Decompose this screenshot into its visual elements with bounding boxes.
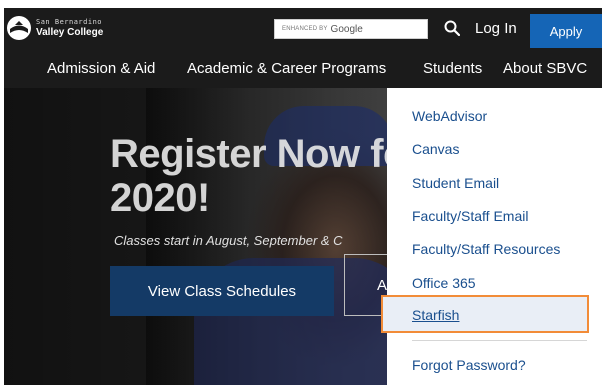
college-seal-icon [7, 16, 31, 40]
menu-item-webadvisor[interactable]: WebAdvisor [412, 108, 487, 124]
menu-item-faculty-staff-email[interactable]: Faculty/Staff Email [412, 208, 528, 224]
page: San Bernardino Valley College ENHANCED B… [0, 0, 602, 385]
menu-item-canvas[interactable]: Canvas [412, 141, 459, 157]
hero-title-line-2: 2020! [110, 176, 210, 220]
search-brand: Google [330, 23, 363, 35]
top-edge [0, 0, 602, 8]
apply-button[interactable]: Apply [530, 14, 602, 48]
menu-item-office-365[interactable]: Office 365 [412, 275, 476, 291]
search-prefix: ENHANCED BY [282, 26, 328, 32]
nav-item-students[interactable]: Students [423, 60, 482, 77]
view-class-schedules-button[interactable]: View Class Schedules [110, 266, 334, 316]
hero-title: Register Now fo 2020! [110, 132, 410, 220]
nav-item-academic-career[interactable]: Academic & Career Programs [187, 60, 386, 77]
logo-line-1: San Bernardino [36, 17, 103, 26]
search-button[interactable] [441, 17, 463, 39]
logo-line-2: Valley College [36, 26, 104, 38]
menu-divider [412, 340, 587, 341]
college-logo[interactable]: San Bernardino Valley College [6, 14, 116, 42]
left-edge [0, 0, 4, 385]
search-icon [444, 20, 460, 36]
nav-item-admission-aid[interactable]: Admission & Aid [47, 60, 155, 77]
menu-item-student-email[interactable]: Student Email [412, 175, 499, 191]
search-input[interactable]: ENHANCED BY Google [274, 19, 428, 39]
nav-item-about[interactable]: About SBVC [503, 60, 587, 77]
logo-text: San Bernardino Valley College [36, 17, 104, 38]
menu-item-faculty-staff-resources[interactable]: Faculty/Staff Resources [412, 241, 560, 257]
hero-subtitle: Classes start in August, September & C [114, 233, 343, 248]
menu-item-starfish[interactable]: Starfish [412, 307, 459, 323]
hero-title-line-1: Register Now fo [110, 132, 407, 176]
login-link[interactable]: Log In [475, 20, 517, 37]
menu-item-forgot-password[interactable]: Forgot Password? [412, 357, 526, 373]
